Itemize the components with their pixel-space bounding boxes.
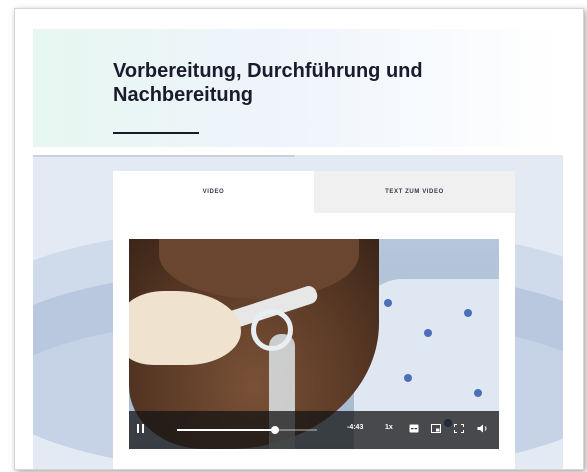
fullscreen-icon[interactable] bbox=[454, 424, 464, 433]
progress-bar[interactable] bbox=[177, 426, 317, 434]
video-player[interactable]: -4:43 1x bbox=[129, 239, 499, 449]
tab-video[interactable]: VIDEO bbox=[113, 171, 314, 213]
gown-flower bbox=[424, 329, 432, 337]
video-controls: -4:43 1x bbox=[129, 411, 499, 449]
section-header: Vorbereitung, Durchführung und Nachberei… bbox=[33, 29, 563, 147]
divider bbox=[33, 155, 295, 157]
picture-in-picture-icon[interactable] bbox=[431, 424, 441, 433]
page-title: Vorbereitung, Durchführung und Nachberei… bbox=[113, 60, 423, 106]
video-panel: VIDEO TEXT ZUM VIDEO -4:43 1x bbox=[113, 171, 515, 469]
captions-icon[interactable] bbox=[409, 424, 419, 433]
volume-icon[interactable] bbox=[477, 424, 489, 433]
tab-text-zum-video[interactable]: TEXT ZUM VIDEO bbox=[314, 171, 515, 213]
speed-button[interactable]: 1x bbox=[385, 424, 393, 431]
time-remaining: -4:43 bbox=[347, 424, 364, 431]
gown-flower bbox=[404, 374, 412, 382]
progress-fill bbox=[177, 429, 275, 431]
pause-icon[interactable] bbox=[137, 424, 144, 433]
progress-handle[interactable] bbox=[271, 426, 279, 434]
gown-flower bbox=[474, 389, 482, 397]
content-card: Vorbereitung, Durchführung und Nachberei… bbox=[14, 8, 584, 470]
title-underline bbox=[113, 132, 199, 134]
gown-flower bbox=[384, 299, 392, 307]
video-stage: VIDEO TEXT ZUM VIDEO -4:43 1x bbox=[33, 155, 563, 469]
video-cannula-ring bbox=[251, 309, 293, 351]
gown-flower bbox=[464, 309, 472, 317]
